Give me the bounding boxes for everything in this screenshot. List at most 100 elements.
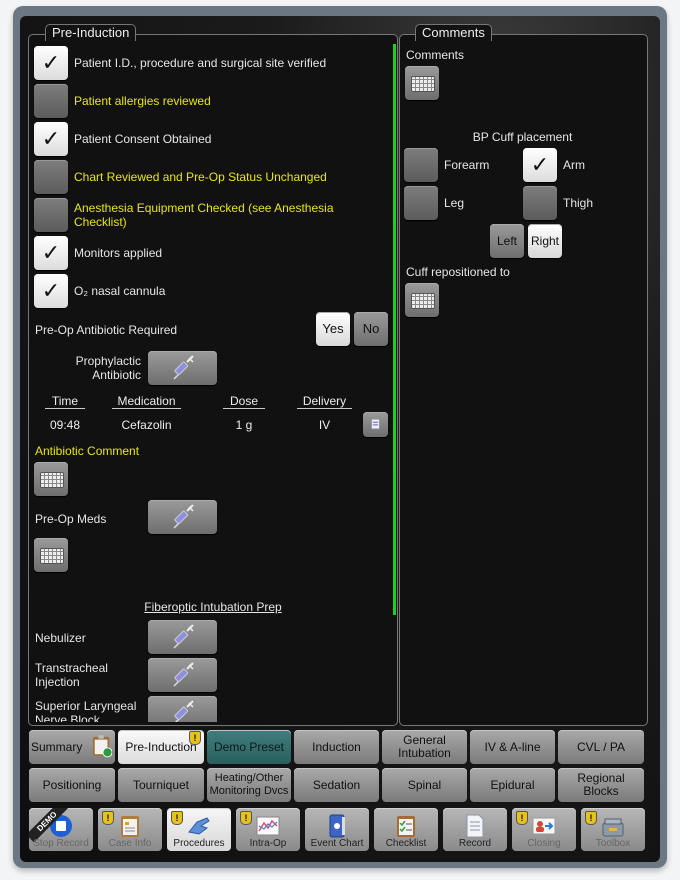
warning-icon: ! <box>585 811 597 825</box>
toolbar-label: Event Chart <box>310 838 364 849</box>
nav-positioning-label: Positioning <box>42 777 102 792</box>
cuff-repositioned-label: Cuff repositioned to <box>406 265 510 279</box>
nav-induction[interactable]: Induction <box>294 730 379 764</box>
pre-induction-scrollbar[interactable] <box>393 44 396 615</box>
side-left-button[interactable]: Left <box>490 224 524 258</box>
checkbox-label: Patient I.D., procedure and surgical sit… <box>74 56 327 70</box>
toolbar-label: Record <box>458 838 492 849</box>
med-dose: 1 g <box>235 418 253 432</box>
toolbar-stop-record[interactable]: DEMO Stop Record <box>29 808 93 851</box>
nav-tourniquet-label: Tourniquet <box>132 777 190 792</box>
toolbar-label: Intra-Op <box>249 838 287 849</box>
transtracheal-label: Transtracheal Injection <box>35 661 108 689</box>
nav-tourniquet[interactable]: Tourniquet <box>118 768 204 802</box>
check-icon: ✓ <box>41 240 61 265</box>
syringe-icon <box>172 504 194 529</box>
nav-epidural[interactable]: Epidural <box>470 768 555 802</box>
preop-meds-keyboard-button[interactable] <box>34 538 68 572</box>
preop-meds-button[interactable] <box>148 500 217 534</box>
nav-regional-blocks-label: Regional Blocks <box>577 771 625 798</box>
syringe-icon <box>172 662 194 687</box>
superior-laryngeal-button[interactable] <box>148 696 217 722</box>
checkbox-monitors[interactable]: ✓ <box>34 236 68 270</box>
keyboard-icon <box>40 548 64 564</box>
nav-pre-induction-label: Pre-Induction <box>125 739 197 754</box>
superior-laryngeal-label: Superior Laryngeal Nerve Block <box>35 699 137 722</box>
nav-cvl-pa-label: CVL / PA <box>576 739 626 754</box>
nav-spinal-label: Spinal <box>407 777 442 792</box>
cuff-forearm-checkbox[interactable] <box>404 148 438 182</box>
cuff-forearm-label: Forearm <box>444 158 490 172</box>
toolbar-intra-op[interactable]: ! Intra-Op <box>236 808 300 851</box>
right-label: Right <box>530 234 559 248</box>
fiberoptic-title: Fiberoptic Intubation Prep <box>144 600 282 614</box>
bp-cuff-label: BP Cuff placement <box>472 130 573 144</box>
checkbox-label: Monitors applied <box>74 246 163 260</box>
toolbar-checklist[interactable]: Checklist <box>374 808 438 851</box>
warning-icon: ! <box>516 811 528 825</box>
antibiotic-yes-button[interactable]: Yes <box>316 312 350 346</box>
nav-summary[interactable]: Summary <box>29 730 115 764</box>
toolbar-record[interactable]: Record <box>443 808 507 851</box>
checkbox-label: Chart Reviewed and Pre-Op Status Unchang… <box>74 170 327 184</box>
toolbar-closing[interactable]: ! Closing <box>512 808 576 851</box>
syringe-icon <box>173 700 194 722</box>
checkbox-o2-cannula[interactable]: ✓ <box>34 274 68 308</box>
comments-panel-title: Comments <box>415 24 492 41</box>
nebulizer-label: Nebulizer <box>35 631 86 645</box>
nav-pre-induction[interactable]: Pre-Induction ! <box>118 730 204 764</box>
warning-icon: ! <box>189 731 201 745</box>
comments-label: Comments <box>406 48 465 62</box>
cuff-arm-checkbox[interactable]: ✓ <box>523 148 557 182</box>
toolbar-label: Closing <box>527 838 561 849</box>
med-delivery: IV <box>318 418 331 432</box>
antibiotic-required-label: Pre-Op Antibiotic Required <box>35 323 178 337</box>
left-label: Left <box>496 234 517 248</box>
document-icon <box>371 418 380 430</box>
checkbox-label: Patient allergies reviewed <box>74 94 211 108</box>
checkbox-chart-reviewed[interactable] <box>34 160 68 194</box>
med-table-header-dose: Dose <box>223 394 265 409</box>
antibiotic-comment-keyboard-button[interactable] <box>34 462 68 496</box>
cuff-thigh-checkbox[interactable] <box>523 186 557 220</box>
side-right-button[interactable]: Right <box>528 224 562 258</box>
nav-general-intubation[interactable]: General Intubation <box>382 730 467 764</box>
toolbar-label: Stop Record <box>33 838 89 849</box>
cuff-repositioned-keyboard-button[interactable] <box>405 283 439 317</box>
checkbox-patient-id[interactable]: ✓ <box>34 46 68 80</box>
nav-induction-label: Induction <box>312 739 361 754</box>
toolbox-icon <box>602 818 624 837</box>
nav-cvl-pa[interactable]: CVL / PA <box>558 730 644 764</box>
nav-heating-monitoring[interactable]: Heating/Other Monitoring Dvcs <box>207 768 291 802</box>
checkbox-consent[interactable]: ✓ <box>34 122 68 156</box>
clipboard-icon <box>121 816 139 837</box>
prophylactic-antibiotic-label: Prophylactic Antibiotic <box>75 354 141 382</box>
antibiotic-no-button[interactable]: No <box>354 312 388 346</box>
checkbox-allergies[interactable] <box>34 84 68 118</box>
toolbar-event-chart[interactable]: Event Chart <box>305 808 369 851</box>
nebulizer-button[interactable] <box>148 620 217 654</box>
warning-icon: ! <box>240 811 252 825</box>
nav-regional-blocks[interactable]: Regional Blocks <box>558 768 644 802</box>
pre-induction-scroll-area[interactable]: ✓ Patient I.D., procedure and surgical s… <box>29 38 391 722</box>
transtracheal-injection-button[interactable] <box>148 658 217 692</box>
toolbar-toolbox[interactable]: ! Toolbox <box>581 808 645 851</box>
check-icon: ✓ <box>530 152 550 177</box>
comments-keyboard-button[interactable] <box>405 66 439 100</box>
nav-positioning[interactable]: Positioning <box>29 768 115 802</box>
nav-iv-aline[interactable]: IV & A-line <box>470 730 555 764</box>
nav-spinal[interactable]: Spinal <box>382 768 467 802</box>
checklist-icon <box>397 816 415 837</box>
nav-demo-preset[interactable]: Demo Preset <box>207 730 291 764</box>
check-icon: ✓ <box>41 126 61 151</box>
cuff-leg-checkbox[interactable] <box>404 186 438 220</box>
prophylactic-antibiotic-button[interactable] <box>148 351 217 385</box>
toolbar-procedures[interactable]: ! Procedures <box>167 808 231 851</box>
syringe-icon <box>172 355 194 380</box>
no-label: No <box>362 321 380 336</box>
checkbox-equipment-checked[interactable] <box>34 198 68 232</box>
nav-sedation[interactable]: Sedation <box>294 768 379 802</box>
med-detail-button[interactable] <box>363 412 388 437</box>
med-table-header-medication: Medication <box>112 394 181 409</box>
toolbar-case-info[interactable]: ! Case Info <box>98 808 162 851</box>
